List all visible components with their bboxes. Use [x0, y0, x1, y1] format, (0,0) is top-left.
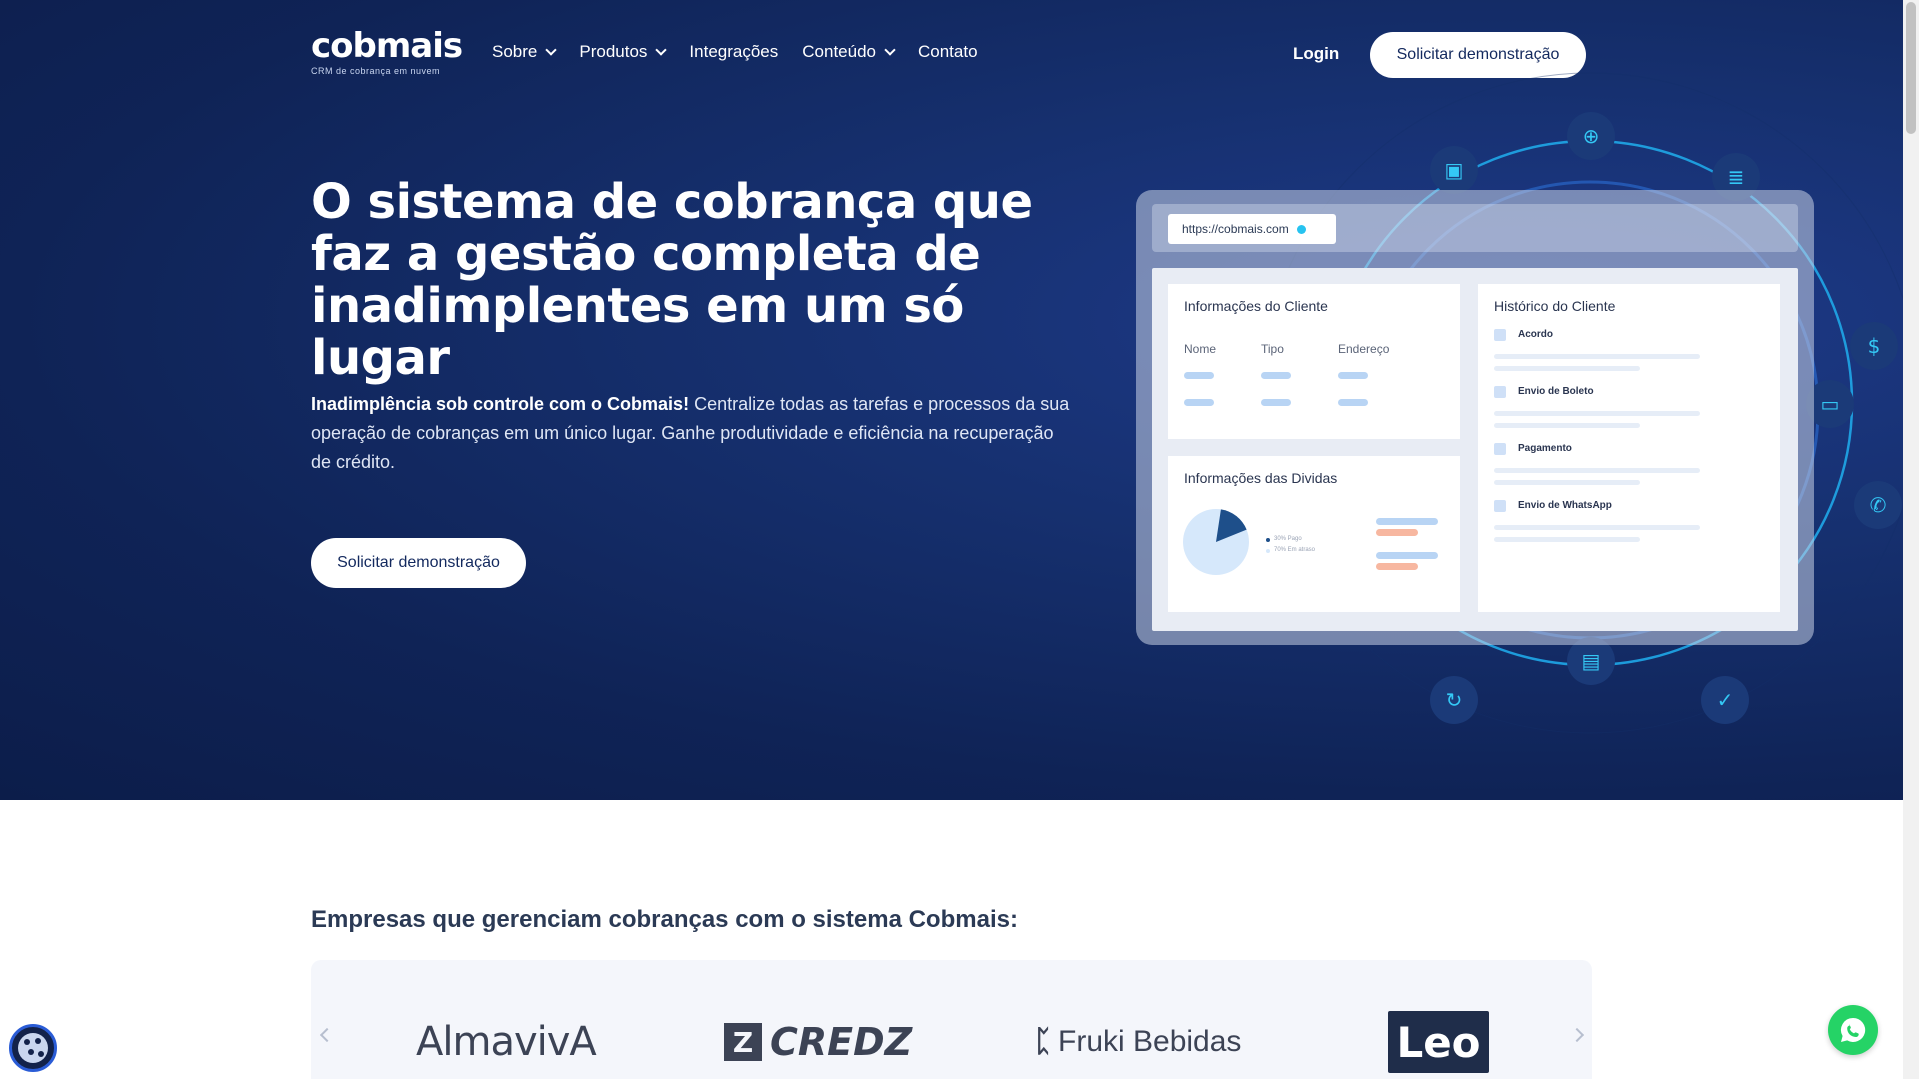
- scrollbar-thumb[interactable]: [1906, 2, 1916, 134]
- placeholder-bar: [1338, 372, 1368, 379]
- placeholder-bar: [1494, 480, 1640, 485]
- placeholder-bar: [1338, 399, 1368, 406]
- column-nome: Nome: [1184, 342, 1217, 356]
- client-logo-almaviva: AlmavivA: [416, 1019, 597, 1065]
- checkbox: [1494, 386, 1506, 398]
- client-info-card: Informações do Cliente Nome Tipo Endereç…: [1168, 284, 1460, 439]
- placeholder-bar: [1376, 563, 1418, 570]
- mockup-url: https://cobmais.com: [1182, 222, 1289, 236]
- client-logo-credz: Z CREDZ: [724, 1012, 912, 1072]
- placeholder-bar: [1494, 468, 1700, 473]
- clients-section-title: Empresas que gerenciam cobranças com o s…: [311, 906, 1018, 933]
- placeholder-bar: [1261, 372, 1291, 379]
- placeholder-bar: [1494, 537, 1640, 542]
- placeholder-bar: [1184, 399, 1214, 406]
- debt-info-card: Informações das Dividas 30% Pago 70% Em …: [1168, 456, 1460, 612]
- page-scrollbar[interactable]: [1903, 0, 1919, 1079]
- whatsapp-icon: [1840, 1017, 1866, 1042]
- placeholder-bar: [1376, 518, 1438, 525]
- app-mockup: https://cobmais.com Informações do Clien…: [1136, 190, 1814, 645]
- checkbox: [1494, 443, 1506, 455]
- whatsapp-icon: ✆: [1854, 481, 1902, 529]
- card-title: Informações das Dividas: [1184, 470, 1338, 486]
- legend-paid: 30% Pago: [1274, 536, 1302, 542]
- history-item: Acordo: [1518, 329, 1553, 340]
- status-dot: [1296, 224, 1306, 234]
- mockup-content: Informações do Cliente Nome Tipo Endereç…: [1152, 268, 1798, 631]
- credz-mark: Z: [724, 1023, 762, 1061]
- legend-dot-paid: [1266, 538, 1270, 542]
- card-title: Histórico do Cliente: [1494, 298, 1616, 314]
- history-item: Envio de Boleto: [1518, 386, 1594, 397]
- placeholder-bar: [1494, 354, 1700, 359]
- refresh-dollar-icon: ↻: [1430, 676, 1478, 724]
- legend-overdue: 70% Em atraso: [1274, 547, 1316, 553]
- debt-pie-chart: [1183, 509, 1249, 575]
- client-logo-fruki: ᛈ Fruki Bebidas: [1034, 1012, 1241, 1072]
- whatsapp-chat-button[interactable]: [1828, 1005, 1878, 1055]
- client-logo-leo: Leo: [1388, 1011, 1489, 1073]
- placeholder-bar: [1494, 423, 1640, 428]
- placeholder-bar: [1494, 411, 1700, 416]
- client-logo-label: CREDZ: [770, 1020, 913, 1064]
- wallet-icon: ▣: [1430, 146, 1478, 194]
- card-title: Informações do Cliente: [1184, 298, 1328, 314]
- placeholder-bar: [1376, 529, 1418, 536]
- placeholder-bar: [1494, 366, 1640, 371]
- history-item: Pagamento: [1518, 443, 1572, 454]
- cookie-settings-button[interactable]: [9, 1024, 57, 1072]
- checkbox: [1494, 329, 1506, 341]
- column-endereco: Endereço: [1338, 342, 1390, 356]
- dollar-icon: $: [1850, 322, 1898, 370]
- chat-plus-icon: ⊕: [1567, 112, 1615, 160]
- check-plus-icon: ✓: [1701, 676, 1749, 724]
- client-history-card: Histórico do Cliente Acordo Envio de Bol…: [1478, 284, 1780, 612]
- history-item: Envio de WhatsApp: [1518, 500, 1612, 511]
- placeholder-bar: [1494, 525, 1700, 530]
- column-tipo: Tipo: [1261, 342, 1284, 356]
- fruki-mark: ᛈ: [1034, 1025, 1052, 1058]
- legend-dot-overdue: [1266, 549, 1270, 553]
- placeholder-bar: [1376, 552, 1438, 559]
- placeholder-bar: [1261, 399, 1291, 406]
- checkbox: [1494, 500, 1506, 512]
- client-logo-label: Fruki Bebidas: [1058, 1025, 1242, 1058]
- placeholder-bar: [1184, 372, 1214, 379]
- mockup-url-bar: https://cobmais.com: [1168, 214, 1336, 244]
- cookie-icon: [18, 1033, 48, 1063]
